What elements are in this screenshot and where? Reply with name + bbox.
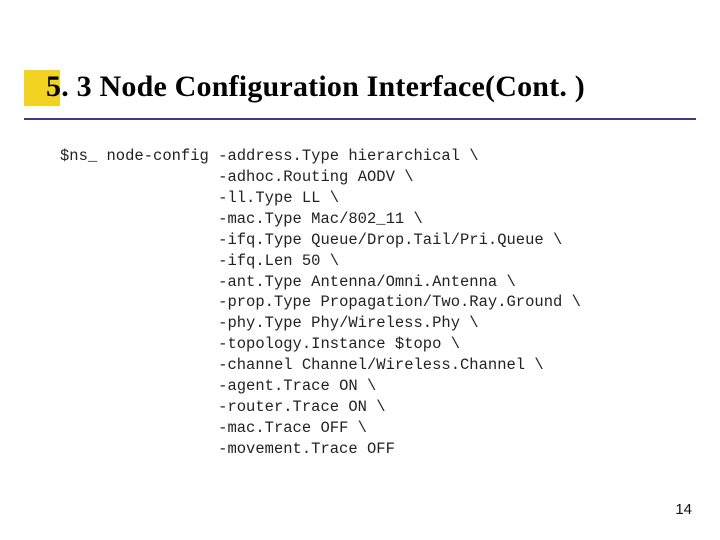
code-opt-6-flag: -ant.Type (218, 273, 302, 291)
code-opt-3-flag: -mac.Type (218, 210, 302, 228)
code-opt-4-flag: -ifq.Type (218, 231, 302, 249)
code-opt-8-value: Phy/Wireless.Phy (311, 314, 460, 332)
code-opt-9-value: $topo (395, 335, 442, 353)
code-opt-7-value: Propagation/Two.Ray.Ground (320, 293, 562, 311)
code-opt-1-value: AODV (358, 168, 395, 186)
code-opt-12-flag: -router.Trace (218, 398, 339, 416)
code-opt-10-value: Channel/Wireless.Channel (302, 356, 525, 374)
code-opt-11-flag: -agent.Trace (218, 377, 330, 395)
slide: 5. 3 Node Configuration Interface(Cont. … (0, 0, 720, 540)
code-opt-7-flag: -prop.Type (218, 293, 311, 311)
code-opt-14-value: OFF (367, 440, 395, 458)
code-opt-0-value: hierarchical (348, 147, 460, 165)
page-number: 14 (675, 501, 692, 518)
slide-title: 5. 3 Node Configuration Interface(Cont. … (46, 70, 585, 104)
code-opt-0-flag: -address.Type (218, 147, 339, 165)
code-opt-10-flag: -channel (218, 356, 292, 374)
code-opt-5-value: 50 (302, 252, 321, 270)
code-opt-6-value: Antenna/Omni.Antenna (311, 273, 497, 291)
code-command: $ns_ node-config (60, 147, 209, 165)
code-opt-13-value: OFF (320, 419, 348, 437)
code-opt-2-value: LL (302, 189, 321, 207)
code-opt-8-flag: -phy.Type (218, 314, 302, 332)
code-opt-5-flag: -ifq.Len (218, 252, 292, 270)
code-opt-14-flag: -movement.Trace (218, 440, 358, 458)
code-opt-3-value: Mac/802_11 (311, 210, 404, 228)
code-opt-9-flag: -topology.Instance (218, 335, 385, 353)
code-opt-12-value: ON (348, 398, 367, 416)
title-underline (24, 118, 696, 120)
code-opt-13-flag: -mac.Trace (218, 419, 311, 437)
code-opt-2-flag: -ll.Type (218, 189, 292, 207)
code-opt-11-value: ON (339, 377, 358, 395)
code-opt-1-flag: -adhoc.Routing (218, 168, 348, 186)
code-opt-4-value: Queue/Drop.Tail/Pri.Queue (311, 231, 544, 249)
code-block: $ns_ node-config -address.Type hierarchi… (60, 146, 581, 460)
